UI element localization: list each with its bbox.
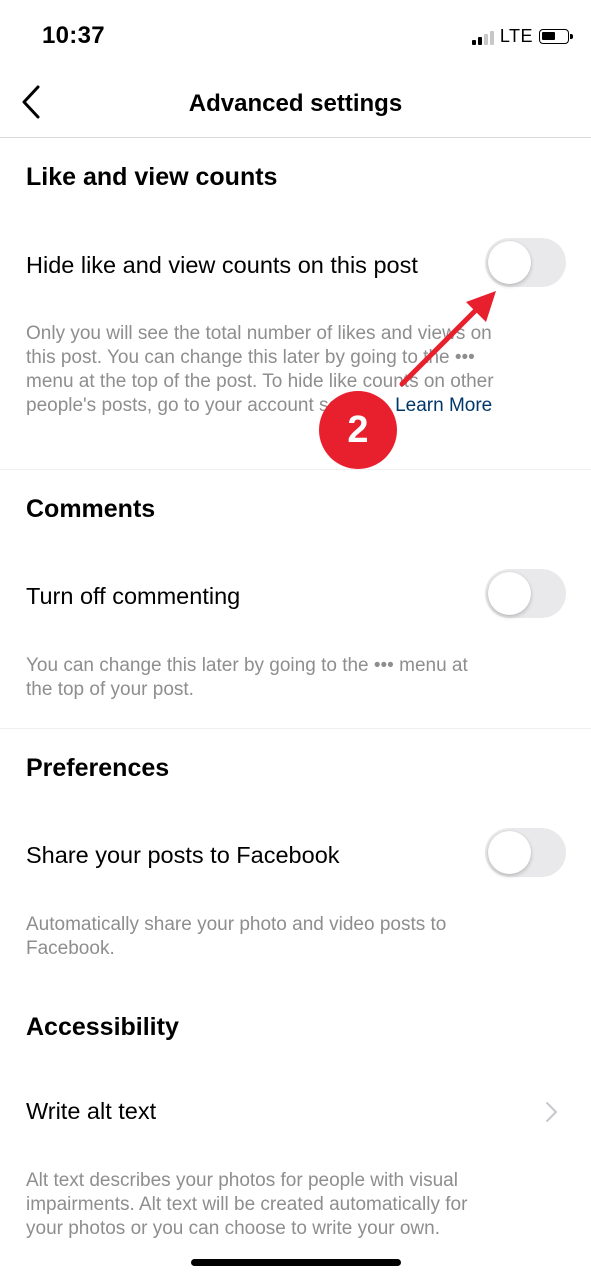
toggle-knob: [488, 572, 531, 615]
toggle-knob: [488, 241, 531, 284]
battery-icon: [539, 29, 573, 44]
network-type: LTE: [499, 26, 533, 46]
status-bar: 10:37 LTE: [0, 0, 591, 70]
signal-icon: [471, 29, 494, 45]
write-alt-text-label[interactable]: Write alt text: [26, 1098, 156, 1125]
annotation-arrow-icon: [399, 291, 496, 387]
turn-off-commenting-label: Turn off commenting: [26, 583, 241, 609]
learn-more-link[interactable]: Learn More: [395, 395, 492, 416]
share-to-facebook-toggle[interactable]: [485, 828, 566, 877]
page-title: Advanced settings: [188, 90, 403, 117]
chevron-right-icon[interactable]: [543, 1100, 561, 1124]
comments-description: You can change this later by going to th…: [26, 655, 468, 700]
home-indicator[interactable]: [191, 1259, 401, 1266]
step-number-badge: 2: [319, 391, 397, 469]
section-title-comments: Comments: [26, 495, 156, 523]
accessibility-description: Alt text describes your photos for peopl…: [26, 1170, 468, 1239]
navigation-bar: Advanced settings: [0, 70, 591, 138]
section-title-like-view-counts: Like and view counts: [26, 163, 278, 191]
share-to-facebook-label: Share your posts to Facebook: [26, 842, 340, 868]
section-title-preferences: Preferences: [26, 754, 170, 782]
hide-like-counts-label: Hide like and view counts on this post: [26, 252, 418, 278]
section-divider: [0, 469, 591, 470]
preferences-description: Automatically share your photo and video…: [26, 914, 447, 959]
status-indicators: LTE: [471, 26, 573, 47]
like-view-counts-description: Only you will see the total number of li…: [26, 323, 494, 416]
turn-off-commenting-toggle[interactable]: [485, 569, 566, 618]
status-time: 10:37: [42, 22, 105, 49]
section-title-accessibility: Accessibility: [26, 1013, 179, 1041]
section-divider: [0, 728, 591, 729]
toggle-knob: [488, 831, 531, 874]
hide-like-counts-toggle[interactable]: [485, 238, 566, 287]
